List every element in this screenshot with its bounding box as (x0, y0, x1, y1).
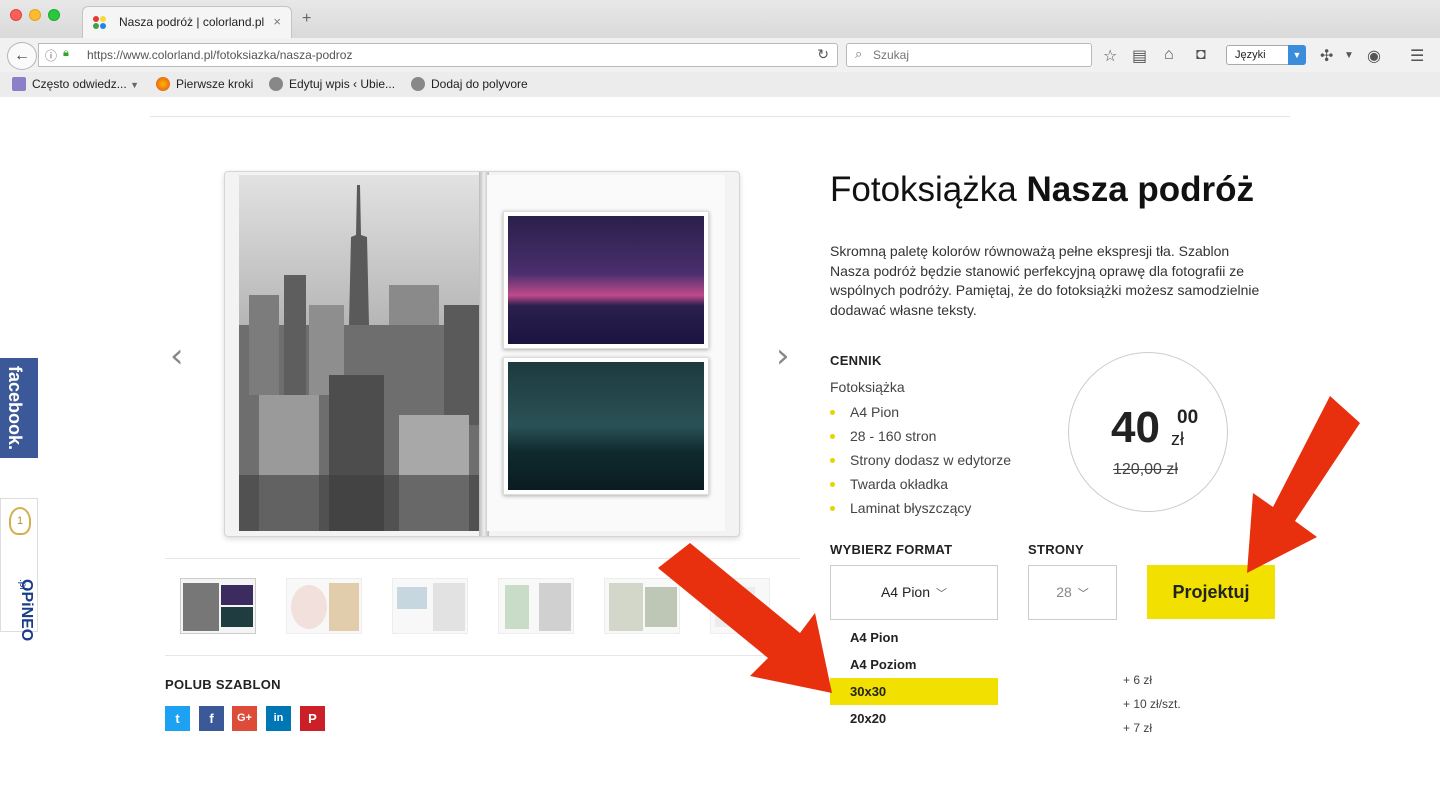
city-skyline-photo (239, 175, 483, 531)
format-option-20x20[interactable]: 20x20 (830, 705, 998, 732)
firefox-icon (156, 77, 170, 91)
bookmark-most-visited[interactable]: Często odwiedz... ▼ (12, 77, 139, 91)
annotation-arrow-icon (658, 543, 832, 693)
folder-icon (12, 77, 26, 91)
format-label: WYBIERZ FORMAT (830, 542, 953, 557)
format-option-a4-landscape[interactable]: A4 Poziom (830, 651, 998, 678)
bookmarks-bar: Często odwiedz... ▼ Pierwsze kroki Edytu… (0, 72, 1440, 97)
surcharge-text: + 10 zł/szt. (1123, 697, 1181, 711)
divider (150, 116, 1290, 117)
feature-item: A4 Pion (830, 402, 1011, 426)
linkedin-share-button[interactable]: in (266, 706, 291, 731)
template-thumbnail[interactable] (180, 578, 256, 634)
format-option-30x30[interactable]: 30x30 (830, 678, 998, 705)
price-main: 40 (1111, 403, 1160, 452)
back-button[interactable]: ← (7, 42, 37, 70)
product-description: Skromną paletę kolorów równoważą pełne e… (830, 243, 1260, 318)
price-currency: zł (1171, 429, 1184, 449)
feature-item: Strony dodasz w edytorze (830, 450, 1011, 474)
twitter-share-button[interactable]: t (165, 706, 190, 731)
feature-item: Laminat błyszczący (830, 498, 1011, 522)
bookmark-edit-post[interactable]: Edytuj wpis ‹ Ubie... (269, 77, 395, 91)
carousel-next-button[interactable]: › (776, 336, 790, 376)
template-thumbnail[interactable] (498, 578, 574, 634)
format-dropdown: A4 Pion A4 Poziom 30x30 20x20 (830, 624, 998, 732)
annotation-arrow-icon (1247, 396, 1360, 573)
google-plus-share-button[interactable]: G+ (232, 706, 257, 731)
chevron-down-icon: ﹀ (936, 588, 948, 600)
language-label: Języki (1235, 49, 1266, 61)
pocket-icon[interactable]: ◘ (1196, 46, 1206, 64)
book-right-page (487, 175, 725, 531)
color-picker-icon[interactable]: ◉ (1367, 46, 1381, 66)
reading-list-icon[interactable]: ▤ (1132, 46, 1147, 66)
pages-label: STRONY (1028, 542, 1084, 557)
bookmark-getting-started[interactable]: Pierwsze kroki (156, 77, 253, 91)
tab-title: Nasza podróż | colorland.pl (119, 15, 265, 29)
globe-icon (411, 77, 425, 91)
new-tab-button[interactable]: + (302, 10, 311, 28)
chevron-down-icon: ▼ (1288, 45, 1306, 65)
back-arrow-icon: ← (14, 47, 30, 64)
close-window-button[interactable] (10, 9, 22, 21)
navigation-bar: ← ⓘ 🔒︎ https://www.colorland.pl/fotoksia… (0, 38, 1440, 72)
facebook-side-tab[interactable]: facebook. (0, 358, 38, 458)
bookmark-star-icon[interactable]: ☆ (1103, 46, 1117, 66)
price-cents: 00 (1177, 407, 1199, 428)
pricing-subtitle: Fotoksiążka (830, 379, 905, 395)
london-night-photo (503, 357, 709, 495)
price-badge: 40 00 zł 120,00 zł (1068, 352, 1228, 512)
feature-item: Twarda okładka (830, 474, 1011, 498)
product-title: Fotoksiążka Nasza podróż (830, 170, 1255, 209)
format-option-a4-portrait[interactable]: A4 Pion (830, 624, 998, 651)
search-icon: ⌕ (855, 46, 863, 61)
menu-icon[interactable]: ☰ (1410, 46, 1424, 66)
surcharge-text: + 6 zł (1123, 673, 1153, 687)
chevron-down-icon: ﹀ (1077, 588, 1089, 600)
pages-value: 28 (1056, 584, 1072, 600)
info-icon[interactable]: ⓘ (45, 47, 57, 64)
language-select[interactable]: Języki ▼ (1226, 45, 1306, 65)
search-bar[interactable]: ⌕ (846, 43, 1092, 67)
url-text[interactable]: https://www.colorland.pl/fotoksiazka/nas… (87, 48, 352, 62)
share-title: POLUB SZABLON (165, 677, 281, 692)
opineo-side-tab[interactable]: 1 OPiNEO .pl (0, 498, 38, 641)
format-select[interactable]: A4 Pion ﹀ (830, 565, 998, 620)
opineo-badge-icon: 1 (9, 507, 31, 535)
surcharge-text: + 7 zł (1123, 721, 1153, 735)
pinterest-share-button[interactable]: P (300, 706, 325, 731)
bookmark-polyvore[interactable]: Dodaj do polyvore (411, 77, 528, 91)
tab-close-icon[interactable]: × (273, 14, 281, 29)
facebook-label: facebook. (5, 366, 25, 451)
old-price: 120,00 zł (1113, 461, 1178, 478)
pages-select[interactable]: 28 ﹀ (1028, 565, 1117, 620)
browser-tab[interactable]: Nasza podróż | colorland.pl × (82, 6, 292, 38)
globe-icon (269, 77, 283, 91)
lock-icon: 🔒︎ (63, 47, 69, 59)
title-bar: Nasza podróż | colorland.pl × + (0, 0, 1440, 38)
bridge-night-photo (503, 211, 709, 349)
search-input[interactable] (873, 45, 1083, 65)
page-content: facebook. 1 OPiNEO .pl ‹ › POLUB SZABLON… (0, 98, 1440, 808)
home-icon[interactable]: ⌂ (1164, 46, 1174, 64)
photobook-preview (224, 171, 740, 537)
feature-item: 28 - 160 stron (830, 426, 1011, 450)
reload-icon[interactable]: ↻ (817, 46, 829, 63)
colorland-favicon-icon (93, 16, 107, 30)
template-thumbnail[interactable] (286, 578, 362, 634)
template-thumbnail[interactable] (392, 578, 468, 634)
format-value: A4 Pion (880, 584, 931, 600)
facebook-share-button[interactable]: f (199, 706, 224, 731)
extension-icon[interactable]: ✣ (1320, 46, 1333, 66)
browser-chrome: Nasza podróż | colorland.pl × + ← ⓘ 🔒︎ h… (0, 0, 1440, 97)
zoom-window-button[interactable] (48, 9, 60, 21)
feature-list: A4 Pion 28 - 160 stron Strony dodasz w e… (830, 402, 1011, 522)
minimize-window-button[interactable] (29, 9, 41, 21)
carousel-prev-button[interactable]: ‹ (170, 336, 184, 376)
chevron-down-icon[interactable]: ▼ (1344, 50, 1354, 61)
pricing-title: CENNIK (830, 353, 882, 368)
url-bar[interactable]: ⓘ 🔒︎ https://www.colorland.pl/fotoksiazk… (38, 43, 838, 67)
